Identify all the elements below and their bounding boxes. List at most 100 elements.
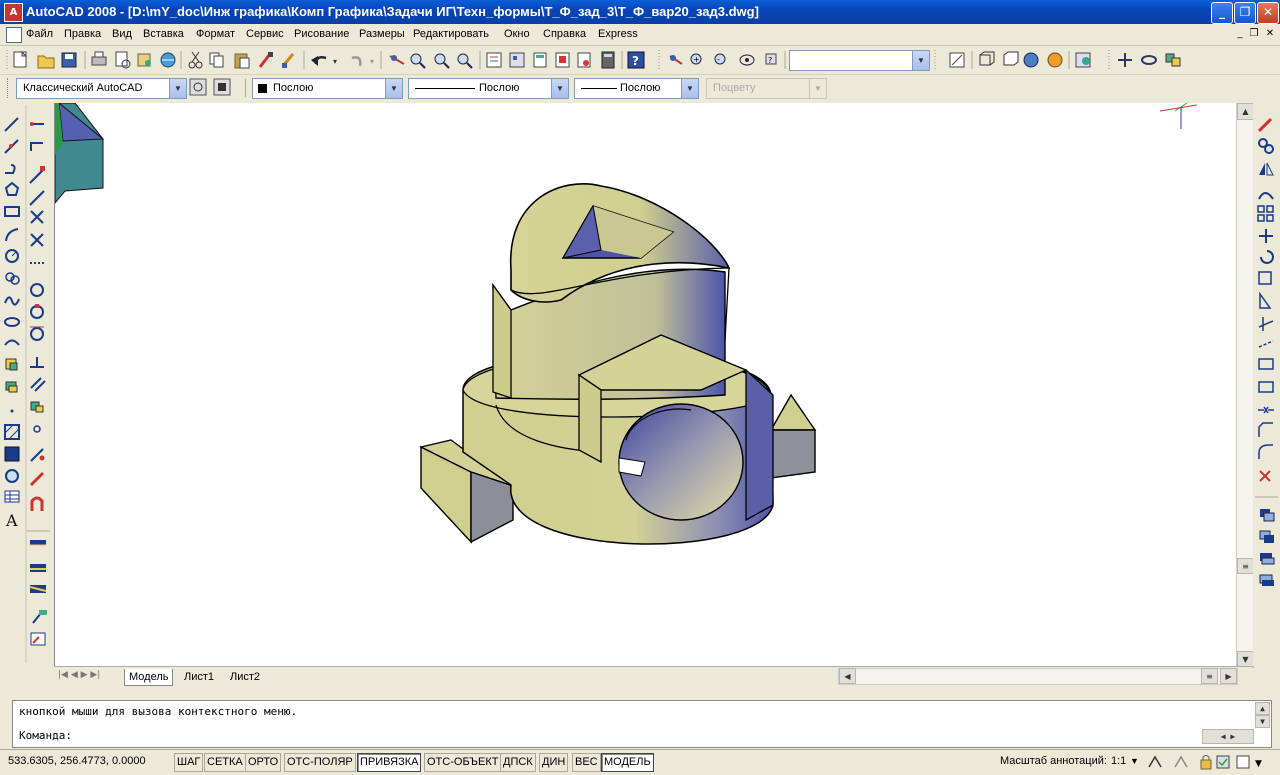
doc-restore-button[interactable]: ❐ <box>1248 29 1260 40</box>
snap-parallel-icon <box>30 377 46 392</box>
match-properties-icon <box>258 52 273 68</box>
tab-model[interactable]: Модель <box>124 669 174 686</box>
svg-text:-: - <box>717 55 720 64</box>
ortho-toggle[interactable]: ОРТО <box>245 753 282 772</box>
menu-format[interactable]: Формат <box>196 28 235 40</box>
menu-edit[interactable]: Правка <box>64 28 101 40</box>
open-folder-icon <box>37 55 55 69</box>
conceptual-icon <box>1047 52 1063 68</box>
close-window-button[interactable]: ✕ <box>1257 2 1279 24</box>
chevron-down-icon[interactable]: ▼ <box>551 79 568 98</box>
document-icon[interactable] <box>6 27 22 43</box>
maximize-window-button[interactable]: ❐ <box>1234 2 1256 24</box>
snap-perpendicular-icon <box>30 357 44 368</box>
autocad-app-icon[interactable]: A <box>4 3 23 22</box>
color-combo[interactable]: Послою ▼ <box>252 78 403 99</box>
command-scroll-down-icon[interactable]: ▼ <box>1255 715 1270 728</box>
horizontal-scrollbar[interactable]: ◀ ≡ ▶ <box>838 668 1238 685</box>
redo-icon <box>351 56 362 67</box>
tab-nav-arrows[interactable]: |◀ ◀ ▶ ▶| <box>58 670 100 680</box>
snap-toggle[interactable]: ШАГ <box>174 753 204 772</box>
menu-help[interactable]: Справка <box>543 28 586 40</box>
menu-express[interactable]: Express <box>598 28 638 40</box>
scroll-up-arrow-icon[interactable]: ▲ <box>1237 103 1254 120</box>
snap-apparent-intersect-icon <box>30 233 44 247</box>
polar-toggle[interactable]: ОТС-ПОЛЯР <box>284 753 356 772</box>
pan-icon <box>669 55 683 65</box>
command-prompt[interactable]: Команда: <box>19 729 72 742</box>
menu-file[interactable]: Файл <box>26 28 53 40</box>
named-view-combo[interactable]: ▼ <box>789 50 930 71</box>
menu-dimension[interactable]: Размеры <box>359 28 405 40</box>
scale-icon <box>1258 271 1272 285</box>
doc-close-button[interactable]: ✕ <box>1264 29 1276 40</box>
menu-view[interactable]: Вид <box>112 28 132 40</box>
3d-dwf-icon <box>160 52 176 68</box>
osnap-toggle[interactable]: ПРИВЯЗКА <box>357 753 422 772</box>
tool-palettes-icon <box>533 52 547 68</box>
linear-dimension-icon <box>30 540 46 546</box>
ducs-toggle[interactable]: ДПСК <box>500 753 536 772</box>
lineweight-preview <box>581 88 617 89</box>
chevron-down-icon[interactable]: ▼ <box>681 79 698 98</box>
trim-icon <box>1258 317 1274 331</box>
draw-modify-icons: A <box>4 105 50 663</box>
svg-text:?: ? <box>768 56 772 65</box>
status-bar: 533.6305, 256.4773, 0.0000 ШАГ СЕТКА ОРТ… <box>0 749 1280 775</box>
make-block-icon <box>5 381 18 393</box>
scroll-right-arrow-icon[interactable]: ▶ <box>1220 668 1237 684</box>
3d-wireframe-icon <box>979 51 995 66</box>
tab-layout2[interactable]: Лист2 <box>226 669 264 685</box>
menu-window[interactable]: Окно <box>504 28 530 40</box>
explode-icon <box>1259 470 1271 482</box>
coordinates-display[interactable]: 533.6305, 256.4773, 0.0000 <box>6 753 148 770</box>
chevron-down-icon[interactable]: ▼ <box>912 51 929 70</box>
scroll-thumb-horizontal[interactable]: ≡ <box>1201 668 1218 684</box>
chevron-down-icon[interactable]: ▼ <box>1128 753 1141 770</box>
draworder-back-icon <box>1259 530 1274 543</box>
scroll-left-arrow-icon[interactable]: ◀ <box>839 668 856 684</box>
multileader-align-icon <box>30 632 46 646</box>
snap-center-icon <box>30 283 44 297</box>
copy-object-icon <box>1258 138 1274 154</box>
insert-block-icon <box>5 358 18 371</box>
doc-minimize-button[interactable]: _ <box>1234 29 1246 40</box>
model-toggle[interactable]: МОДЕЛЬ <box>601 753 654 772</box>
multileader-icon <box>32 610 47 624</box>
snap-tangent-icon <box>30 326 44 341</box>
snap-nearest-icon <box>30 448 45 462</box>
vertical-scrollbar[interactable]: ▲ ≡ ▼ <box>1236 103 1254 668</box>
menu-modify[interactable]: Редактировать <box>413 28 489 40</box>
chevron-down-icon[interactable]: ▼ <box>385 79 402 98</box>
dyn-toggle[interactable]: ДИН <box>539 753 569 772</box>
workspace-combo[interactable]: Классический AutoCAD ▼ <box>16 78 187 99</box>
gradient-icon <box>4 446 20 462</box>
3d-model-part <box>418 183 817 545</box>
lineweight-combo[interactable]: Послою ▼ <box>574 78 699 99</box>
minimize-window-button[interactable]: _ <box>1211 2 1233 24</box>
toolbar-grip[interactable] <box>7 78 11 98</box>
menu-insert[interactable]: Вставка <box>143 28 184 40</box>
join-icon <box>1258 406 1274 414</box>
annotation-scale-value[interactable]: 1:1 <box>1109 753 1128 770</box>
annotation-autoscale-icon <box>1174 755 1188 768</box>
scroll-thumb[interactable]: ≡ <box>1237 558 1254 574</box>
svg-text:▼: ▼ <box>1255 759 1262 769</box>
chevron-down-icon: ▼ <box>809 79 826 98</box>
lwt-toggle[interactable]: ВЕС <box>572 753 601 772</box>
menu-tools[interactable]: Сервис <box>246 28 284 40</box>
menu-draw[interactable]: Рисование <box>294 28 349 40</box>
otrack-toggle[interactable]: ОТС-ОБЪЕКТ <box>424 753 502 772</box>
command-scroll-up-icon[interactable]: ▲ <box>1255 702 1270 715</box>
standard-toolbar: ▾ ▾ ? + - ? ▼ <box>0 46 1280 75</box>
command-hscroll[interactable]: ◀ ▶ <box>1202 729 1254 744</box>
command-line-window[interactable]: кнопкой мыши для вызова контекстного мен… <box>12 700 1272 748</box>
tab-layout1[interactable]: Лист1 <box>180 669 218 685</box>
drawing-canvas[interactable] <box>54 103 1237 666</box>
chevron-down-icon[interactable]: ▼ <box>169 79 186 98</box>
linetype-combo[interactable]: Послою ▼ <box>408 78 569 99</box>
break-icon <box>1258 381 1274 393</box>
table-icon <box>4 490 20 503</box>
3d-rotate-icon <box>1141 55 1157 65</box>
grid-toggle[interactable]: СЕТКА <box>204 753 246 772</box>
